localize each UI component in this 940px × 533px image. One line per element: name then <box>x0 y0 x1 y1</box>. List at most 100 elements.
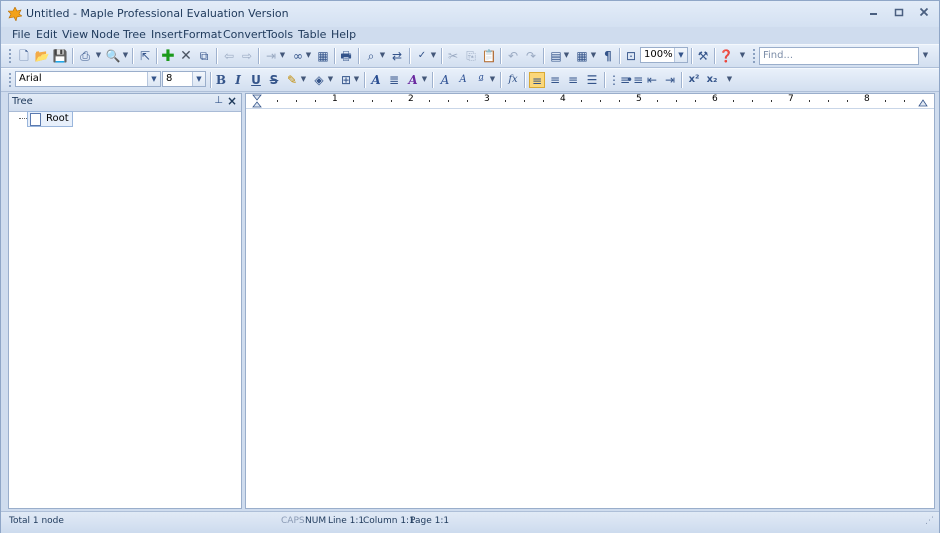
chevron-down-icon[interactable]: ▼ <box>430 50 437 60</box>
resize-grip-icon[interactable]: ⋰ <box>925 516 934 526</box>
tree-node-root[interactable]: Root <box>27 111 73 127</box>
toolbar-grip[interactable] <box>9 73 11 87</box>
text-effect-icon[interactable]: A <box>405 72 421 88</box>
cut-icon[interactable]: ✂ <box>445 48 461 64</box>
add-node-icon[interactable]: ✚ <box>160 48 176 64</box>
chevron-down-icon[interactable]: ▼ <box>305 50 312 60</box>
save-icon[interactable]: 💾 <box>52 48 68 64</box>
copy-icon[interactable]: ⎘ <box>463 48 479 64</box>
italic-icon[interactable]: I <box>230 72 246 88</box>
print-preview-icon[interactable]: 🔍 <box>105 48 121 64</box>
chevron-down-icon[interactable]: ▼ <box>353 74 360 84</box>
right-indent-marker-icon[interactable] <box>918 97 928 107</box>
toolbar-grip[interactable] <box>9 49 11 63</box>
borders-icon[interactable]: ⊞ <box>338 72 354 88</box>
pin-icon[interactable]: ⊥ <box>214 95 223 106</box>
highlight-icon[interactable]: ✎ <box>284 72 300 88</box>
chevron-down-icon[interactable]: ▼ <box>674 48 687 62</box>
editor-area[interactable]: 1 2 3 4 5 6 7 8 <box>245 93 935 509</box>
chevron-down-icon[interactable]: ▼ <box>726 74 733 84</box>
menu-format[interactable]: Format <box>183 28 222 41</box>
close-panel-icon[interactable]: × <box>227 94 237 108</box>
chevron-down-icon[interactable]: ▼ <box>327 74 334 84</box>
font-name-combo[interactable]: Arial ▼ <box>15 71 161 87</box>
menu-edit[interactable]: Edit <box>36 28 57 41</box>
menu-tools[interactable]: Tools <box>266 28 293 41</box>
menu-insert[interactable]: Insert <box>151 28 183 41</box>
chevron-down-icon[interactable]: ▼ <box>379 50 386 60</box>
node-properties-icon[interactable]: ⧉ <box>196 48 212 64</box>
menu-table[interactable]: Table <box>298 28 326 41</box>
chevron-down-icon[interactable]: ▼ <box>95 50 102 60</box>
restore-button[interactable] <box>888 6 910 22</box>
chevron-down-icon[interactable]: ▼ <box>563 50 570 60</box>
indent-marker-icon[interactable] <box>252 94 262 108</box>
indent-icon[interactable]: ⇥ <box>263 48 279 64</box>
printer-icon[interactable]: 🖶 <box>338 48 354 64</box>
find-icon[interactable]: ⌕ <box>363 48 379 64</box>
toolbar-grip[interactable] <box>753 49 755 63</box>
chevron-down-icon[interactable]: ▼ <box>489 74 496 84</box>
find-input[interactable]: Find... <box>759 47 919 65</box>
undo-icon[interactable]: ↶ <box>505 48 521 64</box>
chevron-down-icon[interactable]: ▼ <box>300 74 307 84</box>
decrease-indent-icon[interactable]: ⇤ <box>644 72 660 88</box>
bold-icon[interactable]: B <box>213 72 229 88</box>
menu-file[interactable]: File <box>12 28 30 41</box>
bullet-list-icon[interactable]: •≡ <box>626 72 643 88</box>
zoom-combo[interactable]: 100% ▼ <box>640 47 688 63</box>
function-icon[interactable]: fx <box>505 72 521 88</box>
case-icon[interactable]: ª <box>473 72 489 88</box>
link-icon[interactable]: ∞ <box>290 48 306 64</box>
menu-convert[interactable]: Convert <box>223 28 267 41</box>
chevron-down-icon[interactable]: ▼ <box>147 72 160 86</box>
page-icon[interactable]: ▤ <box>548 48 564 64</box>
redo-icon[interactable]: ↷ <box>523 48 539 64</box>
minimize-button[interactable] <box>863 6 885 22</box>
underline-icon[interactable]: U <box>248 72 264 88</box>
close-button[interactable] <box>913 6 935 22</box>
font-shrink-icon[interactable]: A <box>455 72 471 88</box>
justify-icon[interactable]: ☰ <box>584 72 600 88</box>
font-size-combo[interactable]: 8 ▼ <box>162 71 206 87</box>
menu-help[interactable]: Help <box>331 28 356 41</box>
new-icon[interactable]: 🗋 <box>16 48 32 64</box>
font-color-icon[interactable]: ◈ <box>311 72 327 88</box>
chevron-down-icon[interactable]: ▼ <box>739 50 746 60</box>
font-grow-icon[interactable]: A <box>437 72 453 88</box>
chevron-down-icon[interactable]: ▼ <box>122 50 129 60</box>
replace-icon[interactable]: ⇄ <box>389 48 405 64</box>
style-icon[interactable]: A <box>368 72 384 88</box>
menu-tree[interactable]: Tree <box>123 28 146 41</box>
print-icon[interactable]: ⎙ <box>77 48 93 64</box>
delete-node-icon[interactable]: ✕ <box>178 48 194 64</box>
move-up-icon[interactable]: ⇦ <box>221 48 237 64</box>
chevron-down-icon[interactable]: ▼ <box>192 72 205 86</box>
menu-node[interactable]: Node <box>91 28 120 41</box>
spellcheck-icon[interactable]: ✓ <box>414 48 430 64</box>
align-center-icon[interactable]: ≡ <box>547 72 563 88</box>
chevron-down-icon[interactable]: ▼ <box>922 50 929 60</box>
move-down-icon[interactable]: ⇨ <box>239 48 255 64</box>
superscript-icon[interactable]: x² <box>686 72 702 88</box>
paragraph-icon[interactable]: ≣ <box>386 72 402 88</box>
strikethrough-icon[interactable]: S <box>266 72 282 88</box>
menu-view[interactable]: View <box>62 28 88 41</box>
table-icon[interactable]: ▦ <box>315 48 331 64</box>
chevron-down-icon[interactable]: ▼ <box>279 50 286 60</box>
chevron-down-icon[interactable]: ▼ <box>590 50 597 60</box>
chevron-down-icon[interactable]: ▼ <box>421 74 428 84</box>
subscript-icon[interactable]: x₂ <box>704 72 720 88</box>
numbered-list-icon[interactable]: ⋮≡ <box>608 72 630 88</box>
paste-icon[interactable]: 📋 <box>481 48 497 64</box>
tools-icon[interactable]: ⚒ <box>695 48 711 64</box>
insert-table-icon[interactable]: ▦ <box>574 48 590 64</box>
open-icon[interactable]: 📂 <box>34 48 50 64</box>
help-icon[interactable]: ❓ <box>718 48 734 64</box>
ruler[interactable]: 1 2 3 4 5 6 7 8 <box>246 94 934 109</box>
align-right-icon[interactable]: ≡ <box>565 72 581 88</box>
pilcrow-icon[interactable]: ¶ <box>600 48 616 64</box>
align-left-icon[interactable]: ≡ <box>529 72 545 88</box>
export-icon[interactable]: ⇱ <box>137 48 153 64</box>
increase-indent-icon[interactable]: ⇥ <box>662 72 678 88</box>
